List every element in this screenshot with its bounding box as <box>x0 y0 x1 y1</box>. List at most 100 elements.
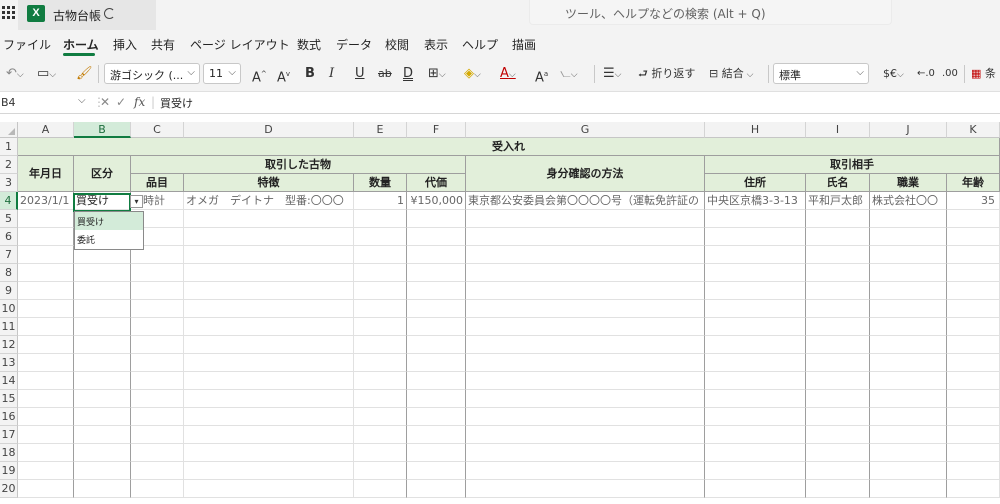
empty-cell[interactable] <box>18 282 74 300</box>
tab-view[interactable]: 表示 <box>424 36 448 53</box>
font-size-dropdown[interactable]: 11 ⌵ <box>203 63 241 84</box>
empty-cell[interactable] <box>184 264 354 282</box>
name-box[interactable]: B4 <box>0 94 90 112</box>
row-header[interactable]: 15 <box>0 390 18 408</box>
empty-cell[interactable] <box>184 282 354 300</box>
decrease-decimal-icon[interactable]: .00 <box>942 66 958 82</box>
column-header-a[interactable]: A <box>18 122 74 138</box>
empty-cell[interactable] <box>705 282 806 300</box>
header-ukeire[interactable]: 受入れ <box>18 138 1000 156</box>
empty-cell[interactable] <box>947 336 1000 354</box>
cell-j4-job[interactable]: 株式会社〇〇 <box>870 192 947 210</box>
cell-i4-name[interactable]: 平和戸太郎 <box>806 192 870 210</box>
empty-cell[interactable] <box>806 228 870 246</box>
empty-cell[interactable] <box>18 390 74 408</box>
header-address[interactable]: 住所 <box>705 174 806 192</box>
underline-icon[interactable]: U <box>355 66 365 82</box>
currency-icon[interactable]: $€⌵ <box>883 66 904 83</box>
empty-cell[interactable] <box>806 390 870 408</box>
empty-cell[interactable] <box>705 354 806 372</box>
empty-cell[interactable] <box>870 228 947 246</box>
header-name[interactable]: 氏名 <box>806 174 870 192</box>
empty-cell[interactable] <box>870 426 947 444</box>
empty-cell[interactable] <box>466 282 705 300</box>
empty-cell[interactable] <box>705 480 806 498</box>
empty-cell[interactable] <box>407 264 466 282</box>
empty-cell[interactable] <box>466 480 705 498</box>
empty-cell[interactable] <box>870 408 947 426</box>
empty-cell[interactable] <box>354 462 407 480</box>
header-job[interactable]: 職業 <box>870 174 947 192</box>
empty-cell[interactable] <box>407 210 466 228</box>
empty-cell[interactable] <box>705 210 806 228</box>
empty-cell[interactable] <box>131 390 184 408</box>
decrease-font-icon[interactable]: Av <box>277 66 290 86</box>
row-header[interactable]: 6 <box>0 228 18 246</box>
empty-cell[interactable] <box>705 426 806 444</box>
empty-cell[interactable] <box>947 444 1000 462</box>
empty-cell[interactable] <box>354 282 407 300</box>
empty-cell[interactable] <box>18 318 74 336</box>
empty-cell[interactable] <box>947 462 1000 480</box>
italic-icon[interactable]: I <box>329 66 334 82</box>
column-header-c[interactable]: C <box>131 122 184 138</box>
empty-cell[interactable] <box>806 246 870 264</box>
empty-cell[interactable] <box>184 444 354 462</box>
empty-cell[interactable] <box>870 390 947 408</box>
empty-cell[interactable] <box>870 462 947 480</box>
cell-h4-address[interactable]: 中央区京橋3-3-13 <box>705 192 806 210</box>
empty-cell[interactable] <box>466 264 705 282</box>
empty-cell[interactable] <box>407 282 466 300</box>
empty-cell[interactable] <box>184 408 354 426</box>
empty-cell[interactable] <box>407 390 466 408</box>
empty-cell[interactable] <box>705 228 806 246</box>
empty-cell[interactable] <box>184 300 354 318</box>
empty-cell[interactable] <box>131 318 184 336</box>
cancel-icon[interactable]: ✕ <box>100 95 110 109</box>
column-header-j[interactable]: J <box>870 122 947 138</box>
empty-cell[interactable] <box>18 228 74 246</box>
empty-cell[interactable] <box>466 426 705 444</box>
row-header[interactable]: 13 <box>0 354 18 372</box>
header-qty[interactable]: 数量 <box>354 174 407 192</box>
empty-cell[interactable] <box>131 336 184 354</box>
empty-cell[interactable] <box>466 318 705 336</box>
empty-cell[interactable] <box>806 408 870 426</box>
empty-cell[interactable] <box>74 444 131 462</box>
empty-cell[interactable] <box>407 462 466 480</box>
empty-cell[interactable] <box>354 408 407 426</box>
merge-button[interactable]: ⊟ 結合 ⌵ <box>709 66 753 83</box>
empty-cell[interactable] <box>407 444 466 462</box>
empty-cell[interactable] <box>705 372 806 390</box>
column-header-h[interactable]: H <box>705 122 806 138</box>
row-header[interactable]: 18 <box>0 444 18 462</box>
cell-k4-age[interactable]: 35 <box>947 192 1000 210</box>
row-header[interactable]: 9 <box>0 282 18 300</box>
fill-color-icon[interactable]: ◈⌵ <box>464 66 481 83</box>
empty-cell[interactable] <box>806 372 870 390</box>
empty-cell[interactable] <box>870 282 947 300</box>
empty-cell[interactable] <box>466 408 705 426</box>
empty-cell[interactable] <box>18 372 74 390</box>
header-price[interactable]: 代価 <box>407 174 466 192</box>
empty-cell[interactable] <box>870 480 947 498</box>
column-header-k[interactable]: K <box>947 122 1000 138</box>
empty-cell[interactable] <box>705 408 806 426</box>
format-painter-icon[interactable]: 🖌 <box>76 66 93 82</box>
empty-cell[interactable] <box>407 426 466 444</box>
row-header[interactable]: 20 <box>0 480 18 498</box>
row-header[interactable]: 16 <box>0 408 18 426</box>
increase-font-icon[interactable]: A^ <box>252 66 267 86</box>
header-id-method[interactable]: 身分確認の方法 <box>466 156 705 192</box>
empty-cell[interactable] <box>18 408 74 426</box>
empty-cell[interactable] <box>354 228 407 246</box>
empty-cell[interactable] <box>806 336 870 354</box>
empty-cell[interactable] <box>184 246 354 264</box>
empty-cell[interactable] <box>806 480 870 498</box>
empty-cell[interactable] <box>184 210 354 228</box>
header-features[interactable]: 特徴 <box>184 174 354 192</box>
empty-cell[interactable] <box>806 444 870 462</box>
number-format-dropdown[interactable]: 標準 ⌵ <box>773 63 869 84</box>
empty-cell[interactable] <box>806 318 870 336</box>
row-header[interactable]: 5 <box>0 210 18 228</box>
